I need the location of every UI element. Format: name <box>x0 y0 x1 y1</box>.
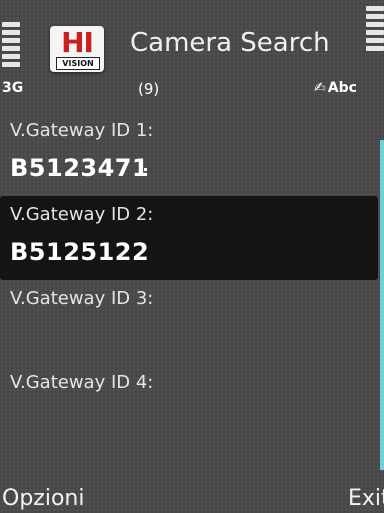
gateway-id-2-field[interactable]: V.Gateway ID 2: B5125122 <box>0 196 378 280</box>
network-indicator: 3G <box>2 80 24 96</box>
gateway-id-3-field[interactable]: V.Gateway ID 3: <box>0 280 378 364</box>
logo-hi-text: HI <box>61 26 94 59</box>
gateway-id-1-value[interactable]: B5123471 <box>10 154 149 182</box>
exit-softkey[interactable]: Exit <box>348 486 384 511</box>
input-mode-indicator: ✍ Abc <box>314 80 357 96</box>
signal-strength-icon <box>2 22 24 70</box>
page-title: Camera Search <box>130 28 330 58</box>
app-logo: HI VISION <box>50 26 104 72</box>
softkey-bar: Opzioni Exit <box>0 484 384 513</box>
gateway-id-4-label: V.Gateway ID 4: <box>10 372 154 393</box>
scrollbar[interactable] <box>380 140 384 470</box>
gateway-form: V.Gateway ID 1: B5123471 V.Gateway ID 2:… <box>0 112 378 448</box>
gateway-id-1-label: V.Gateway ID 1: <box>10 120 154 141</box>
gateway-id-3-label: V.Gateway ID 3: <box>10 288 154 309</box>
options-softkey[interactable]: Opzioni <box>2 486 84 511</box>
pencil-icon: ✍ <box>314 80 326 96</box>
battery-icon <box>366 6 384 54</box>
gateway-id-4-field[interactable]: V.Gateway ID 4: <box>0 364 378 448</box>
character-counter: (9) <box>138 80 160 98</box>
gateway-id-1-field[interactable]: V.Gateway ID 1: B5123471 <box>0 112 378 196</box>
logo-vision-text: VISION <box>56 57 100 70</box>
gateway-id-2-value[interactable]: B5125122 <box>10 238 149 266</box>
input-mode-label: Abc <box>327 80 357 96</box>
header: 3G HI VISION Camera Search (9) ✍ Abc <box>0 0 384 108</box>
text-cursor <box>144 168 147 171</box>
gateway-id-2-label: V.Gateway ID 2: <box>10 204 154 225</box>
